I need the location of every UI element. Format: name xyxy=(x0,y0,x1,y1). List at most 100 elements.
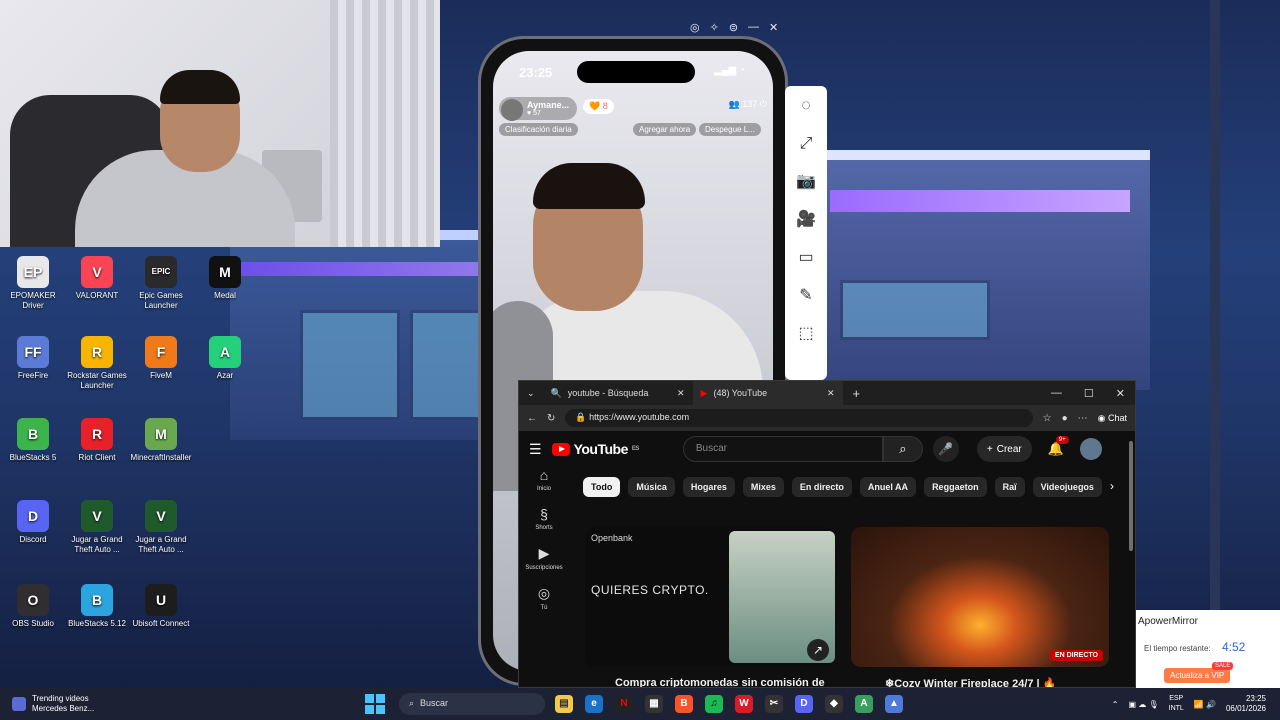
desktop-icon[interactable]: M MinecraftInstaller xyxy=(128,418,194,463)
close-icon[interactable]: ✕ xyxy=(769,21,778,34)
sidebar-item-home[interactable]: ⌂ Inicio xyxy=(519,467,569,492)
desktop-icon[interactable]: F FiveM xyxy=(128,336,194,381)
desktop-icon[interactable]: D Discord xyxy=(0,500,66,545)
select-region-icon[interactable]: ⬚ xyxy=(796,324,816,344)
tab-list-chevron-icon[interactable]: ⌄ xyxy=(519,388,543,399)
desktop-icon[interactable]: EPIC Epic Games Launcher xyxy=(128,256,194,311)
pin-icon[interactable]: ✧ xyxy=(710,21,719,34)
add-now-chip[interactable]: Agregar ahora xyxy=(633,123,697,136)
netflix-icon[interactable]: N xyxy=(615,695,633,713)
desktop-icon[interactable]: V Jugar a Grand Theft Auto ... xyxy=(128,500,194,555)
record-video-icon[interactable]: 🎥 xyxy=(796,210,816,230)
desktop-icon-label: Riot Client xyxy=(78,453,116,462)
desktop-icon[interactable]: FF FreeFire xyxy=(0,336,66,381)
minimize-icon[interactable]: — xyxy=(1051,387,1062,400)
filter-chip[interactable]: Hogares xyxy=(682,477,735,497)
brush-icon[interactable]: ✎ xyxy=(796,286,816,306)
more-icon[interactable]: ⋯ xyxy=(1078,413,1088,424)
filter-chip[interactable]: Reggaeton xyxy=(924,477,987,497)
notifications-icon[interactable]: 🔔 9+ xyxy=(1048,436,1069,457)
url-field[interactable]: 🔒 https://www.youtube.com xyxy=(565,409,1033,427)
search-button[interactable]: ⌕ xyxy=(882,436,923,462)
refresh-icon[interactable]: ↻ xyxy=(547,413,555,424)
new-tab-icon[interactable]: + xyxy=(843,386,871,401)
store-icon[interactable]: ▦ xyxy=(645,695,663,713)
app-icon[interactable]: ▲ xyxy=(885,695,903,713)
desktop-icon[interactable]: V Jugar a Grand Theft Auto ... xyxy=(64,500,130,555)
tab-search[interactable]: 🔍 youtube - Búsqueda ✕ xyxy=(543,381,693,405)
winrar-icon[interactable]: W xyxy=(735,695,753,713)
create-button[interactable]: + Crear xyxy=(976,436,1032,462)
menu-icon[interactable]: ☰ xyxy=(529,441,542,458)
chevron-up-icon[interactable]: ⌃ xyxy=(1112,700,1119,709)
network-volume-icons[interactable]: 📶 🔊 xyxy=(1194,700,1216,709)
apowermirror-icon[interactable]: A xyxy=(855,695,873,713)
brave-icon[interactable]: B xyxy=(675,695,693,713)
edge-icon[interactable]: e xyxy=(585,695,603,713)
search-input[interactable]: Buscar xyxy=(682,436,883,462)
favorites-icon[interactable]: ☆ xyxy=(1043,413,1052,424)
profile-icon[interactable]: ● xyxy=(1062,413,1068,424)
app-icon[interactable]: ◆ xyxy=(825,695,843,713)
mic-icon[interactable]: 🎤 xyxy=(932,436,959,462)
desktop-icon[interactable]: EP EPOMAKER Driver xyxy=(0,256,66,311)
desktop-icon[interactable]: V VALORANT xyxy=(64,256,130,301)
tab-close-icon[interactable]: ✕ xyxy=(677,388,685,399)
video-thumbnail-fireplace[interactable]: EN DIRECTO xyxy=(851,527,1109,667)
filter-chip[interactable]: Todo xyxy=(583,477,621,497)
taskbar-search[interactable]: ⌕ Buscar xyxy=(399,693,545,715)
maximize-icon[interactable]: ☐ xyxy=(1084,387,1094,400)
follow-hearts[interactable]: 🧡 8 xyxy=(583,99,614,114)
tray-icons[interactable]: ▣ ☁ 🎙 xyxy=(1128,700,1158,709)
scrollbar[interactable] xyxy=(1129,441,1133,551)
upgrade-vip-button[interactable]: Actualiza a VIP xyxy=(1164,668,1231,683)
desktop-icon[interactable]: R Rockstar Games Launcher xyxy=(64,336,130,391)
language-indicator[interactable]: ESP INTL xyxy=(1169,694,1184,714)
sidebar-item-shorts[interactable]: § Shorts xyxy=(519,506,569,531)
capcut-icon[interactable]: ✂ xyxy=(765,695,783,713)
filter-chip[interactable]: Anuel AA xyxy=(859,477,917,497)
trending-widget[interactable]: Trending videos Mercedes Benz... xyxy=(0,694,340,714)
screenshot-icon[interactable]: 📷 xyxy=(796,172,816,192)
close-icon[interactable]: ✕ xyxy=(1116,387,1125,400)
filter-chip[interactable]: Raï xyxy=(994,477,1025,497)
video-thumbnail-openbank[interactable]: Openbank QUIERES CRYPTO. ↗ xyxy=(585,527,835,667)
desktop-icon[interactable]: M Medal xyxy=(192,256,258,301)
record-icon[interactable]: ◎ xyxy=(690,21,700,34)
desktop-icon[interactable]: B BlueStacks 5.12 xyxy=(64,584,130,629)
daily-ranking-chip[interactable]: Clasificación diaria xyxy=(499,123,578,136)
filter-chip[interactable]: Música xyxy=(628,477,675,497)
avatar[interactable] xyxy=(1079,438,1102,460)
filter-chip[interactable]: En directo xyxy=(791,477,852,497)
settings-icon[interactable]: ⊜ xyxy=(729,21,738,34)
minimize-icon[interactable]: — xyxy=(748,21,759,33)
filter-chip[interactable]: Videojuegos xyxy=(1032,477,1102,497)
fullscreen-icon[interactable]: ⤢ xyxy=(796,134,816,154)
ad-link-icon[interactable]: ↗ xyxy=(807,639,829,661)
viewer-count[interactable]: 👥 137 ⏻ xyxy=(729,99,767,110)
filter-chip[interactable]: Mixes xyxy=(742,477,784,497)
clock[interactable]: 23:25 06/01/2026 xyxy=(1226,694,1266,714)
stream-host-badge[interactable]: Aymane... ♥ 57 xyxy=(499,97,578,121)
desktop-icon[interactable]: O OBS Studio xyxy=(0,584,66,629)
tab-youtube[interactable]: ▶ (48) YouTube ✕ xyxy=(692,381,843,405)
screen-icon[interactable]: ▭ xyxy=(796,248,816,268)
desktop-icon[interactable]: B BlueStacks 5 xyxy=(0,418,66,463)
back-icon[interactable]: ← xyxy=(527,413,537,424)
sidebar-item-subscriptions[interactable]: ▶ Suscripciones xyxy=(519,545,569,571)
desktop-icon[interactable]: A Azar xyxy=(192,336,258,381)
discord-icon[interactable]: D xyxy=(795,695,813,713)
video-title[interactable]: ❄Cozy Winter Fireplace 24/7 | 🔥 xyxy=(885,677,1056,687)
sidebar-item-you[interactable]: ◎ Tú xyxy=(519,585,569,611)
desktop-icon[interactable]: U Ubisoft Connect xyxy=(128,584,194,629)
copilot-chat-button[interactable]: ◉ Chat xyxy=(1098,413,1127,424)
file-explorer-icon[interactable]: ▤ xyxy=(555,695,573,713)
chevron-right-icon[interactable]: › xyxy=(1110,477,1114,497)
desktop-icon[interactable]: R Riot Client xyxy=(64,418,130,463)
spotify-icon[interactable]: ♫ xyxy=(705,695,723,713)
youtube-logo[interactable]: YouTube ES xyxy=(551,441,639,457)
video-title[interactable]: Compra criptomonedas sin comisión de xyxy=(615,677,825,687)
launch-chip[interactable]: Despegue L... xyxy=(699,123,761,136)
tab-close-icon[interactable]: ✕ xyxy=(827,388,835,399)
start-button[interactable] xyxy=(365,694,385,714)
